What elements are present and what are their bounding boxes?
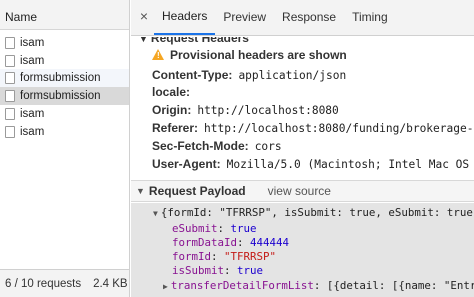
- document-icon: [5, 108, 15, 120]
- header-key: Sec-Fetch-Mode:: [152, 139, 249, 153]
- payload-title[interactable]: Request Payload: [149, 184, 246, 198]
- request-payload-header: ▼ Request Payload view source: [131, 180, 474, 202]
- tab-preview[interactable]: Preview: [215, 0, 274, 35]
- json-key: isSubmit: [172, 264, 225, 277]
- payload-field-issubmit: isSubmit: true: [172, 264, 264, 277]
- json-value: "TFRRSP": [224, 250, 277, 263]
- request-row-isam-3[interactable]: isam: [0, 105, 129, 123]
- header-key: Content-Type:: [152, 68, 233, 82]
- request-name: isam: [20, 37, 45, 49]
- request-row-isam-1[interactable]: isam: [0, 34, 129, 52]
- tab-timing[interactable]: Timing: [344, 0, 396, 35]
- collapse-triangle-icon: ▶: [163, 282, 168, 291]
- header-row-sec-fetch-mode: Sec-Fetch-Mode: cors: [152, 139, 282, 153]
- header-value: http://localhost:8080/funding/brokerage-…: [204, 122, 474, 135]
- json-key: formId: [172, 250, 212, 263]
- json-key: eSubmit: [172, 222, 218, 235]
- document-icon: [5, 72, 15, 84]
- header-key: Referer:: [152, 121, 199, 135]
- close-icon[interactable]: ×: [134, 0, 154, 35]
- json-key: formDataId: [172, 236, 238, 249]
- json-value: 444444: [250, 236, 290, 249]
- header-row-origin: Origin: http://localhost:8080: [152, 103, 339, 117]
- request-list-panel: Name isam isam formsubmission formsubmis…: [0, 0, 130, 297]
- payload-field-formid: formId: "TFRRSP": [172, 250, 277, 263]
- json-key: transferDetailFormList: [170, 279, 314, 292]
- payload-summary: {formId: "TFRRSP", isSubmit: true, eSubm…: [160, 206, 474, 219]
- request-name: formsubmission: [20, 72, 101, 84]
- payload-summary-row[interactable]: ▼ {formId: "TFRRSP", isSubmit: true, eSub…: [153, 206, 474, 219]
- request-count: 6 / 10 requests: [5, 277, 82, 290]
- payload-field-transferdetailformlist[interactable]: ▶ transferDetailFormList: [{detail: [{nam…: [163, 279, 474, 292]
- request-name: isam: [20, 126, 45, 138]
- header-value: Mozilla/5.0 (Macintosh; Intel Mac OS X 1…: [226, 158, 474, 171]
- expand-triangle-icon: ▼: [139, 37, 148, 44]
- request-row-formsubmission-2[interactable]: formsubmission: [0, 87, 129, 105]
- request-row-formsubmission-1[interactable]: formsubmission: [0, 69, 129, 87]
- header-row-referer: Referer: http://localhost:8080/funding/br…: [152, 121, 474, 135]
- header-value: cors: [254, 140, 282, 153]
- document-icon: [5, 126, 15, 138]
- header-key: locale:: [152, 85, 191, 99]
- document-icon: [5, 55, 15, 67]
- request-headers-title[interactable]: ▼ Request Headers: [139, 37, 249, 45]
- header-row-locale: locale:: [152, 85, 196, 99]
- header-row-content-type: Content-Type: application/json: [152, 68, 346, 82]
- tab-response[interactable]: Response: [274, 0, 344, 35]
- expand-triangle-icon: ▼: [153, 209, 158, 218]
- expand-triangle-icon[interactable]: ▼: [136, 186, 145, 196]
- request-name: isam: [20, 55, 45, 67]
- request-headers-section: ▼ Request Headers ! Provisional headers ar…: [131, 37, 474, 180]
- json-value: [{detail: [{name: "EntryFormID: [326, 279, 474, 292]
- name-column-header[interactable]: Name: [0, 0, 129, 30]
- provisional-headers-notice: ! Provisional headers are shown: [152, 48, 347, 62]
- document-icon: [5, 90, 15, 102]
- notice-text: Provisional headers are shown: [170, 48, 347, 62]
- tab-headers[interactable]: Headers: [154, 0, 216, 35]
- request-name: formsubmission: [20, 90, 101, 102]
- header-value: http://localhost:8080: [197, 104, 339, 117]
- request-row-isam-4[interactable]: isam: [0, 123, 129, 141]
- document-icon: [5, 37, 15, 49]
- request-detail-panel: × Headers Preview Response Timing ▼ Reque…: [131, 0, 474, 297]
- json-value: true: [230, 222, 257, 235]
- header-key: User-Agent:: [152, 157, 221, 171]
- payload-field-esubmit: eSubmit: true: [172, 222, 257, 235]
- request-payload-body: ▼ {formId: "TFRRSP", isSubmit: true, eSub…: [131, 203, 474, 297]
- request-name: isam: [20, 108, 45, 120]
- json-value: true: [237, 264, 264, 277]
- network-status-bar: 6 / 10 requests 2.4 KB /: [0, 269, 129, 297]
- payload-field-formdataid: formDataId: 444444: [172, 236, 290, 249]
- detail-tabbar: × Headers Preview Response Timing: [131, 0, 474, 36]
- header-row-user-agent: User-Agent: Mozilla/5.0 (Macintosh; Intel…: [152, 157, 474, 171]
- transfer-size: 2.4 KB /: [93, 277, 129, 290]
- header-value: application/json: [238, 69, 347, 82]
- view-source-link[interactable]: view source: [268, 184, 331, 198]
- request-row-isam-2[interactable]: isam: [0, 52, 129, 70]
- header-key: Origin:: [152, 103, 192, 117]
- section-title-text: Request Headers: [150, 37, 249, 45]
- warning-icon: !: [152, 49, 164, 60]
